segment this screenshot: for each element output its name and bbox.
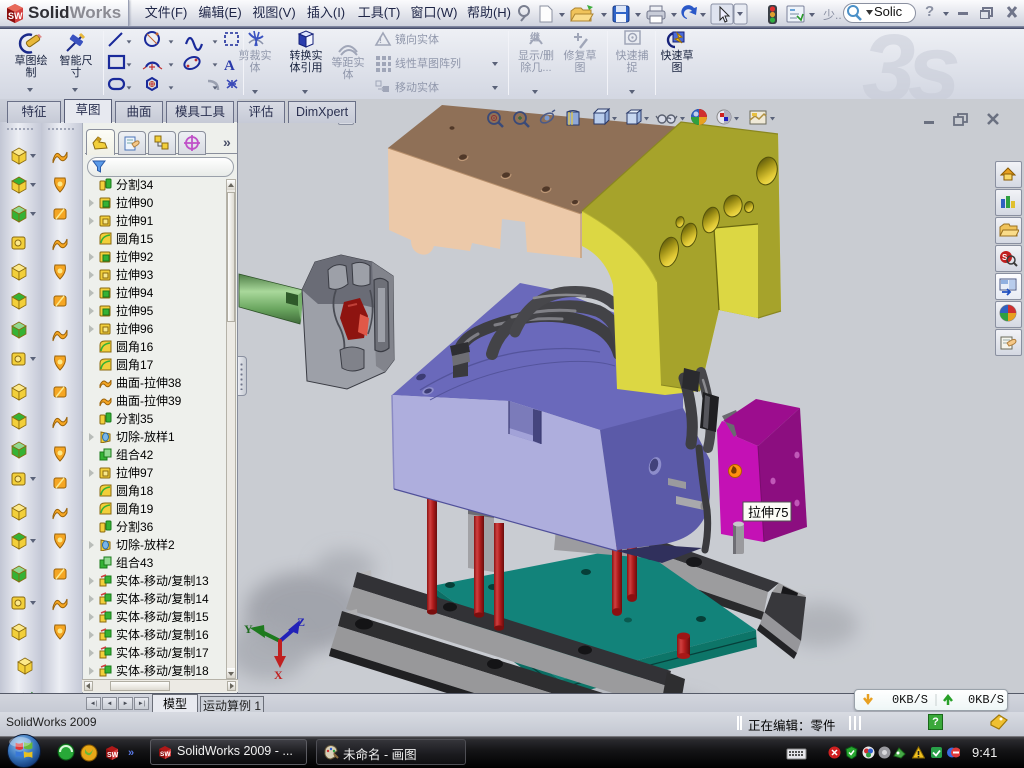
svg-text:»: » — [128, 747, 134, 759]
svg-text:少..: 少.. — [823, 8, 842, 22]
svg-text:!: ! — [379, 35, 382, 45]
svg-text:拉伸75: 拉伸75 — [748, 505, 788, 520]
svg-text:继: 继 — [530, 32, 540, 44]
svg-text:Y: Y — [244, 622, 253, 636]
svg-text:SW: SW — [107, 752, 119, 759]
svg-text:SW: SW — [8, 11, 23, 21]
svg-text:Z: Z — [297, 615, 305, 629]
svg-text:X: X — [274, 668, 283, 682]
svg-text:SW: SW — [160, 751, 171, 758]
